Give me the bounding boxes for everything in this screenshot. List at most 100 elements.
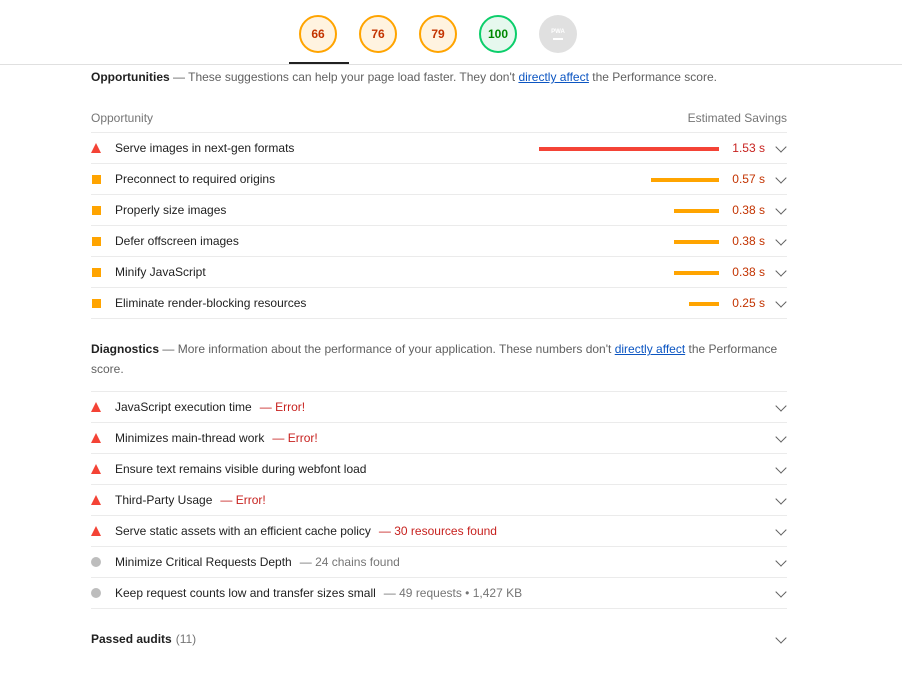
fail-triangle-icon — [91, 464, 101, 474]
opportunity-row[interactable]: Eliminate render-blocking resources 0.25 … — [91, 288, 787, 319]
diagnostic-row[interactable]: Ensure text remains visible during webfo… — [91, 454, 787, 485]
fail-triangle-icon — [91, 526, 115, 536]
passed-audits-toggle[interactable]: Passed audits (11) — [91, 624, 787, 654]
fail-triangle-icon — [91, 495, 115, 505]
diagnostics-header: Diagnostics — More information about the… — [91, 339, 787, 379]
performance-audits: Opportunities — These suggestions can he… — [91, 65, 787, 654]
savings-bar-track — [519, 288, 719, 319]
opportunity-row[interactable]: Preconnect to required origins 0.57 s — [91, 164, 787, 195]
category-gauges-bar: 66 76 79 100 PWA — [0, 0, 902, 65]
chevron-down-icon — [775, 265, 787, 277]
fail-triangle-icon — [91, 526, 101, 536]
audit-title: Properly size images — [115, 203, 227, 217]
chevron-down-icon — [775, 203, 787, 215]
audit-title: Third-Party Usage — [115, 493, 213, 507]
passed-audits-count: (11) — [175, 632, 197, 646]
average-square-icon — [91, 267, 115, 277]
savings-bar-track — [519, 226, 719, 257]
opportunity-row[interactable]: Serve images in next-gen formats 1.53 s — [91, 133, 787, 164]
savings-bar — [651, 177, 719, 182]
estimated-savings: 1.53 s — [732, 141, 765, 155]
audit-detail: — Error! — [272, 431, 318, 445]
opportunity-row[interactable]: Minify JavaScript 0.38 s — [91, 257, 787, 288]
info-dot-icon — [91, 557, 101, 567]
estimated-savings: 0.57 s — [732, 172, 765, 186]
active-gauge-underline — [289, 62, 349, 64]
desc-text: the Performance score. — [592, 70, 717, 84]
gauge-value: 100 — [487, 27, 509, 41]
audit-title: Defer offscreen images — [115, 234, 239, 248]
diagnostic-row[interactable]: Minimize Critical Requests Depth — 24 cha… — [91, 547, 787, 578]
performance-score-gauge[interactable]: 66 — [299, 15, 337, 53]
audit-detail: — Error! — [220, 493, 266, 507]
chevron-down-icon — [775, 586, 787, 598]
diagnostic-list: JavaScript execution time — Error! Minimiz… — [91, 391, 787, 609]
average-square-icon — [92, 298, 101, 308]
gauge-value: 66 — [311, 27, 325, 41]
audit-title: JavaScript execution time — [115, 400, 252, 414]
diagnostic-row[interactable]: Keep request counts low and transfer siz… — [91, 578, 787, 609]
passed-audits-label: Passed audits — [91, 632, 172, 646]
diagnostics-title: Diagnostics — [91, 342, 160, 356]
fail-triangle-icon — [91, 433, 101, 443]
audit-title: Minimizes main-thread work — [115, 431, 265, 445]
chevron-down-icon — [775, 524, 787, 536]
pwa-label: PWA — [551, 28, 565, 35]
estimated-savings: 0.38 s — [732, 203, 765, 217]
diagnostic-row[interactable]: Third-Party Usage — Error! — [91, 485, 787, 516]
column-estimated-savings: Estimated Savings — [687, 110, 787, 125]
opportunities-header: Opportunities — These suggestions can he… — [91, 67, 787, 87]
chevron-down-icon — [775, 172, 787, 184]
pwa-badge-gauge[interactable]: PWA — [539, 15, 577, 53]
diagnostic-row[interactable]: Minimizes main-thread work — Error! — [91, 423, 787, 454]
fail-triangle-icon — [91, 143, 101, 153]
audit-title: Preconnect to required origins — [115, 172, 276, 186]
info-dot-icon — [91, 588, 101, 598]
chevron-down-icon — [775, 296, 787, 308]
savings-bar — [689, 301, 719, 306]
average-square-icon — [92, 236, 101, 246]
info-dot-icon — [91, 588, 115, 598]
savings-bar — [674, 270, 719, 275]
chevron-down-icon — [775, 493, 787, 505]
audit-title: Keep request counts low and transfer siz… — [115, 586, 376, 600]
average-square-icon — [91, 205, 115, 215]
opportunity-row[interactable]: Properly size images 0.38 s — [91, 195, 787, 226]
pwa-dash-icon — [553, 37, 563, 40]
estimated-savings: 0.38 s — [732, 265, 765, 279]
seo-score-gauge[interactable]: 100 — [479, 15, 517, 53]
audit-title: Serve images in next-gen formats — [115, 141, 295, 155]
chevron-down-icon — [775, 555, 787, 567]
fail-triangle-icon — [91, 433, 115, 443]
fail-triangle-icon — [91, 464, 115, 474]
audit-title: Serve static assets with an efficient ca… — [115, 524, 371, 538]
diagnostics-description: — More information about the performance… — [91, 342, 777, 376]
savings-bar-track — [519, 195, 719, 226]
average-square-icon — [92, 174, 101, 184]
audit-title: Ensure text remains visible during webfo… — [115, 462, 367, 476]
desc-text: — These suggestions can help your page l… — [173, 70, 516, 84]
estimated-savings: 0.25 s — [732, 296, 765, 310]
diagnostic-row[interactable]: Serve static assets with an efficient ca… — [91, 516, 787, 547]
opportunity-list: Serve images in next-gen formats 1.53 s Pr… — [91, 133, 787, 319]
desc-text: — More information about the performance… — [162, 342, 612, 356]
diagnostic-row[interactable]: JavaScript execution time — Error! — [91, 392, 787, 423]
savings-bar-track — [519, 257, 719, 288]
audit-title: Eliminate render-blocking resources — [115, 296, 307, 310]
best-practices-score-gauge[interactable]: 79 — [419, 15, 457, 53]
average-square-icon — [91, 236, 115, 246]
audit-title: Minify JavaScript — [115, 265, 206, 279]
directly-affect-link[interactable]: directly affect — [518, 70, 588, 84]
opportunities-description: — These suggestions can help your page l… — [173, 70, 717, 84]
chevron-down-icon — [775, 431, 787, 443]
audit-detail: — 30 resources found — [378, 524, 497, 538]
savings-bar-track — [519, 164, 719, 195]
estimated-savings: 0.38 s — [732, 234, 765, 248]
chevron-down-icon — [775, 234, 787, 246]
directly-affect-link[interactable]: directly affect — [615, 342, 685, 356]
opportunity-row[interactable]: Defer offscreen images 0.38 s — [91, 226, 787, 257]
chevron-down-icon — [775, 632, 787, 644]
fail-triangle-icon — [91, 402, 115, 412]
average-square-icon — [91, 298, 115, 308]
accessibility-score-gauge[interactable]: 76 — [359, 15, 397, 53]
